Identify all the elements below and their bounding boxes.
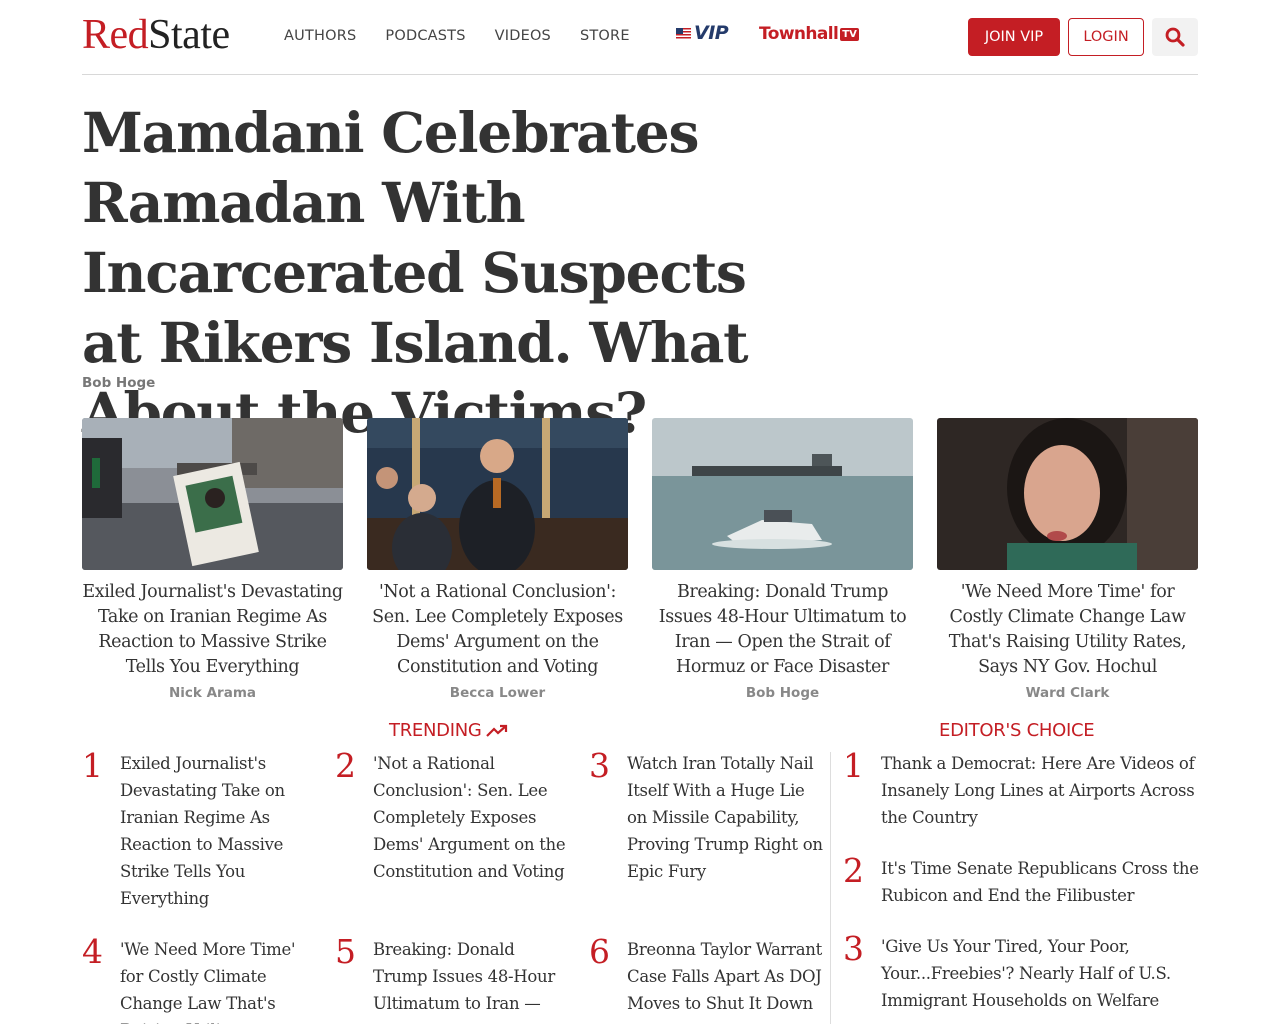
story-author[interactable]: Nick Arama — [82, 685, 343, 701]
story-image-tanker[interactable] — [652, 418, 913, 570]
login-button[interactable]: LOGIN — [1068, 18, 1144, 56]
trending-rank: 3 — [589, 746, 610, 785]
editors-choice-title[interactable]: Thank a Democrat: Here Are Videos of Ins… — [881, 750, 1199, 831]
trending-label: TRENDING — [389, 720, 482, 741]
trending-rank: 1 — [82, 746, 103, 785]
main-nav: AUTHORS PODCASTS VIDEOS STORE — [284, 26, 659, 46]
story-card[interactable]: Exiled Journalist's Devastating Take on … — [82, 418, 343, 701]
story-author[interactable]: Bob Hoge — [652, 685, 913, 701]
story-title[interactable]: 'We Need More Time' for Costly Climate C… — [937, 580, 1198, 680]
nav-townhall-tv[interactable]: Townhall TV — [759, 24, 859, 44]
story-image-senate[interactable] — [367, 418, 628, 570]
editors-choice-rank: 1 — [843, 746, 864, 785]
article-headline[interactable]: Mamdani Celebrates Ramadan With Incarcer… — [82, 98, 802, 448]
story-author[interactable]: Becca Lower — [367, 685, 628, 701]
trending-title[interactable]: Breaking: Donald Trump Issues 48-Hour Ul… — [373, 936, 573, 1017]
story-title[interactable]: Breaking: Donald Trump Issues 48-Hour Ul… — [652, 580, 913, 680]
editors-choice-rank: 3 — [843, 929, 864, 968]
story-title[interactable]: Exiled Journalist's Devastating Take on … — [82, 580, 343, 680]
join-vip-button[interactable]: JOIN VIP — [968, 18, 1060, 56]
townhall-label: Townhall — [759, 24, 839, 44]
trending-title[interactable]: Watch Iran Totally Nail Itself With a Hu… — [627, 750, 827, 885]
tv-badge: TV — [840, 27, 859, 41]
editors-choice-title[interactable]: It's Time Senate Republicans Cross the R… — [881, 855, 1199, 909]
trending-title[interactable]: Exiled Journalist's Devastating Take on … — [120, 750, 320, 912]
editors-choice-rank: 2 — [843, 851, 864, 890]
story-title[interactable]: 'Not a Rational Conclusion': Sen. Lee Co… — [367, 580, 628, 680]
trending-up-icon — [485, 724, 507, 737]
trending-title[interactable]: Breonna Taylor Warrant Case Falls Apart … — [627, 936, 827, 1017]
editors-choice-heading: EDITOR'S CHOICE — [939, 720, 1095, 741]
story-card[interactable]: Breaking: Donald Trump Issues 48-Hour Ul… — [652, 418, 913, 701]
nav-store[interactable]: STORE — [580, 26, 630, 46]
us-flag-icon — [676, 27, 691, 39]
vip-label: VIP — [694, 22, 729, 44]
nav-authors[interactable]: AUTHORS — [284, 26, 356, 46]
editors-choice-label: EDITOR'S CHOICE — [939, 720, 1095, 741]
editors-choice-title[interactable]: 'Give Us Your Tired, Your Poor, Your...F… — [881, 933, 1199, 1014]
trending-title[interactable]: 'We Need More Time' for Costly Climate C… — [120, 936, 320, 1024]
story-image-hochul[interactable] — [937, 418, 1198, 570]
trending-rank: 5 — [335, 932, 356, 971]
story-card[interactable]: 'We Need More Time' for Costly Climate C… — [937, 418, 1198, 701]
story-image-protest[interactable] — [82, 418, 343, 570]
search-icon — [1165, 27, 1185, 47]
trending-title[interactable]: 'Not a Rational Conclusion': Sen. Lee Co… — [373, 750, 573, 885]
site-logo[interactable]: RedState — [82, 12, 230, 58]
trending-rank: 2 — [335, 746, 356, 785]
logo-red-part: Red — [82, 12, 149, 58]
trending-heading: TRENDING — [389, 720, 508, 741]
nav-podcasts[interactable]: PODCASTS — [385, 26, 465, 46]
article-author[interactable]: Bob Hoge — [82, 375, 155, 391]
trending-rank: 6 — [589, 932, 610, 971]
site-header: RedState AUTHORS PODCASTS VIDEOS STORE V… — [82, 0, 1198, 75]
logo-dark-part: State — [148, 12, 230, 58]
story-author[interactable]: Ward Clark — [937, 685, 1198, 701]
story-card[interactable]: 'Not a Rational Conclusion': Sen. Lee Co… — [367, 418, 628, 701]
column-divider — [830, 752, 831, 1024]
nav-videos[interactable]: VIDEOS — [495, 26, 551, 46]
nav-vip[interactable]: VIP — [676, 22, 729, 44]
search-button[interactable] — [1152, 18, 1198, 56]
trending-rank: 4 — [82, 932, 103, 971]
